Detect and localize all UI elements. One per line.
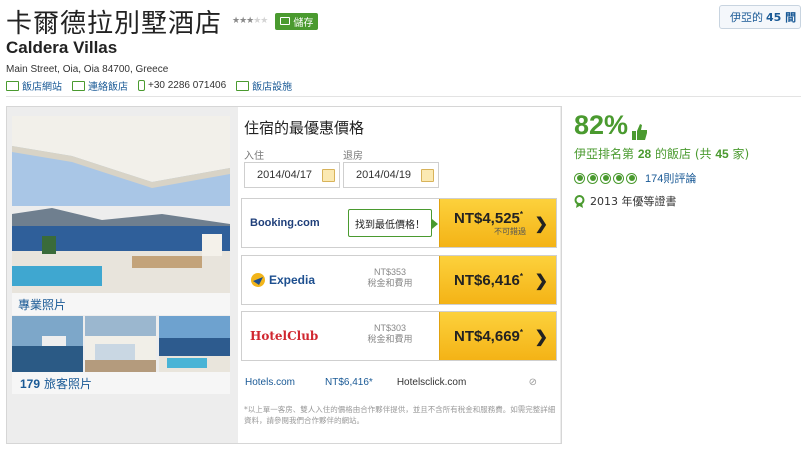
- main-photo[interactable]: [12, 116, 230, 294]
- thumbnail-3[interactable]: [158, 316, 230, 372]
- expedia-logo: Expedia: [250, 256, 315, 304]
- save-button[interactable]: 儲存: [275, 12, 319, 30]
- checkout-date-value: 2014/04/19: [356, 169, 412, 181]
- calendar-icon[interactable]: [421, 169, 434, 182]
- hotel-address: Main Street, Oia, Oia 84700, Greece: [6, 64, 169, 75]
- other-offers-row: Hotels.com NT$6,416* Hotelsclick.com ⊘: [245, 374, 555, 390]
- certificate-award: 2013 年優等證書: [574, 193, 677, 209]
- checklist-icon: [236, 80, 250, 91]
- hotel-name-en: Caldera Villas: [6, 38, 118, 57]
- main-panel: 專業照片 179 旅客照片 住宿的最優惠價格 入住 退房 2014/04/17 2…: [6, 106, 562, 444]
- hotel-title-row: 卡爾德拉別墅酒店 ★★★★★ 儲存: [6, 2, 319, 40]
- checkin-label: 入住: [244, 151, 264, 162]
- hotels-in-area-button[interactable]: 伊亞的 45 間: [719, 5, 801, 29]
- rating-bubble-icon: [574, 172, 585, 184]
- envelope-icon: [72, 80, 85, 91]
- chevron-right-icon: ❯: [534, 273, 548, 290]
- other-site-hotelsclick-link[interactable]: Hotelsclick.com: [397, 377, 466, 388]
- award-medal-icon: [574, 194, 585, 208]
- booking-logo: Booking.com: [250, 217, 320, 229]
- website-link[interactable]: 飯店網站: [6, 78, 62, 93]
- hotelclub-logo: HotelClub: [250, 329, 319, 343]
- globe-icon: [251, 273, 265, 287]
- email-link[interactable]: 連絡飯店: [72, 78, 128, 93]
- chevron-right-icon: ❯: [534, 329, 548, 346]
- price-button-expedia[interactable]: NT$6,416* ❯: [439, 256, 556, 304]
- email-link-label: 連絡飯店: [88, 82, 128, 93]
- phone-number: +30 2286 071406: [138, 80, 226, 91]
- traveler-photo-label: 旅客照片: [44, 377, 93, 391]
- calendar-icon[interactable]: [322, 169, 335, 182]
- checkin-date-field[interactable]: 2014/04/17: [244, 162, 340, 188]
- rating-bubble-icon: [600, 172, 611, 184]
- other-site-hotels-price[interactable]: NT$6,416*: [325, 377, 373, 388]
- header-divider: [6, 96, 801, 97]
- star-rating: ★★★★★: [232, 16, 268, 26]
- briefcase-icon: [280, 17, 291, 25]
- recommend-percent: 82%: [574, 110, 648, 141]
- city-ranking[interactable]: 伊亞排名第 28 的飯店 (共 45 家): [574, 145, 749, 162]
- price-button-booking[interactable]: NT$4,525* 不可錯過 ❯: [439, 199, 556, 247]
- monitor-icon: [6, 80, 19, 91]
- price-button-hotelclub[interactable]: NT$4,669* ❯: [439, 312, 556, 360]
- unavailable-icon: ⊘: [528, 376, 537, 388]
- amenities-link[interactable]: 飯店設施: [236, 78, 292, 93]
- reviews-link[interactable]: 174則評論: [645, 170, 696, 186]
- photo-thumbnails: [12, 316, 230, 372]
- professional-photos-link[interactable]: 專業照片: [12, 293, 230, 315]
- checkout-date-field[interactable]: 2014/04/19: [343, 162, 439, 188]
- thumbnail-2[interactable]: [85, 316, 157, 372]
- website-link-label: 飯店網站: [22, 82, 62, 93]
- rating-bubble-icon: [626, 172, 637, 184]
- bubble-rating: 174則評論: [574, 170, 696, 186]
- rank-number: 28: [637, 147, 652, 161]
- offer-row-booking[interactable]: Booking.com 找到最低價格！ NT$4,525* 不可錯過 ❯: [241, 198, 557, 248]
- checkout-label: 退房: [343, 151, 363, 162]
- hotel-name-zh: 卡爾德拉別墅酒店: [6, 8, 223, 39]
- award-label: 2013 年優等證書: [590, 195, 677, 208]
- tax-info: NT$353 稅金和費用: [367, 267, 413, 289]
- area-count: 45 間: [766, 11, 797, 24]
- traveler-photo-count: 179: [20, 377, 41, 391]
- checkin-date-value: 2014/04/17: [257, 169, 313, 181]
- offer-row-hotelclub[interactable]: HotelClub NT$303 稅金和費用 NT$4,669* ❯: [241, 311, 557, 361]
- save-button-label: 儲存: [293, 17, 314, 29]
- thumbnail-1[interactable]: [12, 316, 83, 372]
- rating-bubble-icon: [613, 172, 624, 184]
- phone-label: +30 2286 071406: [148, 80, 227, 91]
- chevron-right-icon: ❯: [534, 216, 548, 233]
- traveler-photos-link[interactable]: 179 旅客照片: [12, 372, 230, 394]
- rank-total: 45: [715, 147, 729, 161]
- price-comparison: 住宿的最優惠價格 入住 退房 2014/04/17 2014/04/19 Boo…: [238, 107, 560, 443]
- hotel-links: 飯店網站 連絡飯店 +30 2286 071406 飯店設施: [6, 78, 298, 93]
- thumbs-up-icon: [632, 117, 648, 140]
- area-prefix: 伊亞的: [730, 11, 763, 24]
- phone-icon: [138, 80, 145, 91]
- other-site-hotels-link[interactable]: Hotels.com: [245, 377, 295, 388]
- deals-title: 住宿的最優惠價格: [244, 119, 365, 137]
- amenities-link-label: 飯店設施: [252, 82, 293, 93]
- price-disclaimer: *以上單一客房、雙人入住的價格由合作夥伴提供，並且不含所有稅金和服務費。如需完整…: [244, 405, 556, 425]
- tax-info: NT$303 稅金和費用: [367, 323, 413, 345]
- lowest-price-tag: 找到最低價格！: [348, 209, 438, 237]
- offer-row-expedia[interactable]: Expedia NT$353 稅金和費用 NT$6,416* ❯: [241, 255, 557, 305]
- rating-bubble-icon: [587, 172, 598, 184]
